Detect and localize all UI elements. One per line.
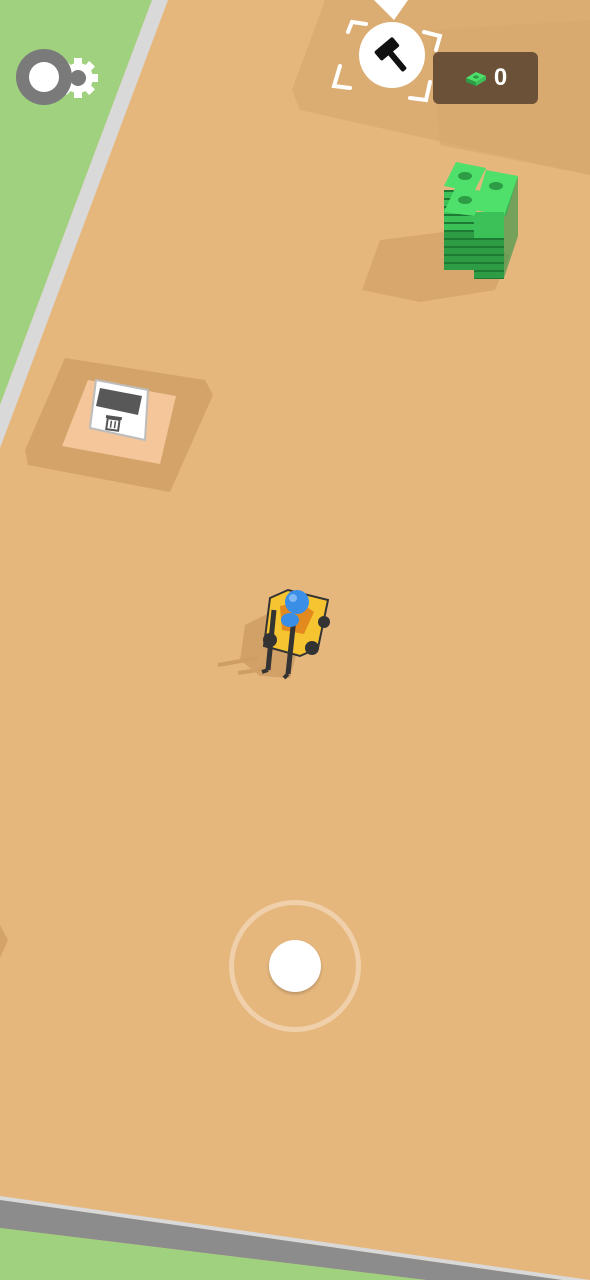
- forklift-fork-left: [261, 668, 269, 674]
- driver-head-shine: [289, 594, 297, 602]
- joystick-knob[interactable]: [269, 940, 321, 992]
- cash-top-left-emblem: [458, 196, 472, 204]
- money-value: 0: [493, 64, 508, 91]
- gear-icon: [16, 49, 98, 105]
- money-counter: 0: [433, 52, 538, 104]
- game-world: [0, 0, 590, 1280]
- forklift-fork-right: [282, 672, 290, 680]
- forklift-wheel-2: [305, 641, 319, 655]
- settings-toggle-knob: [29, 62, 59, 92]
- forklift-wheel-3: [318, 616, 330, 628]
- cash-icon: [465, 72, 486, 86]
- driver-body: [281, 613, 299, 627]
- driver-head: [285, 590, 309, 614]
- settings-button[interactable]: [16, 48, 100, 106]
